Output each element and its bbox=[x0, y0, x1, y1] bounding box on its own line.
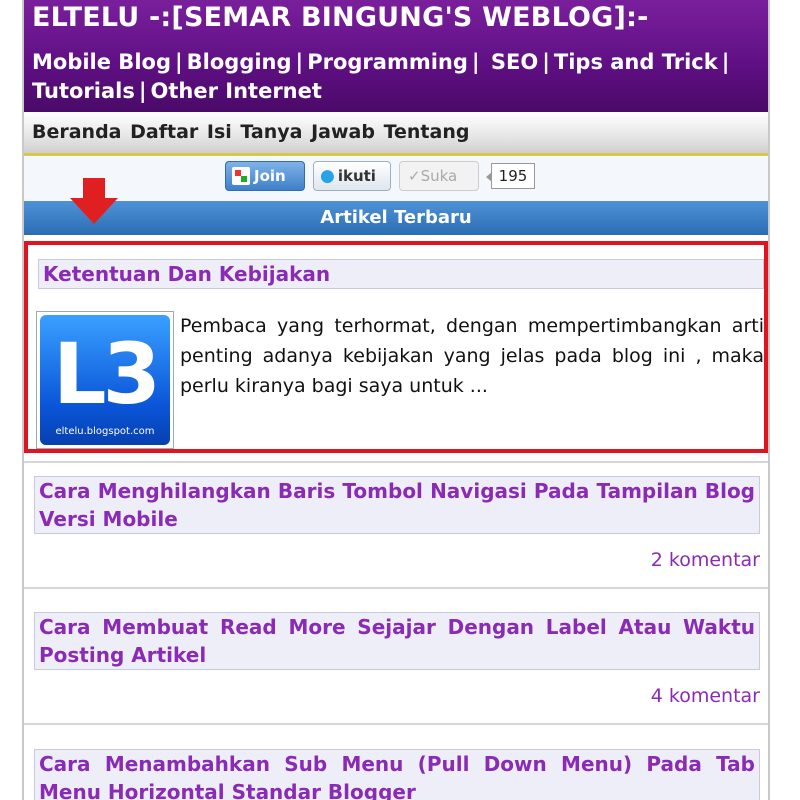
nav-link-programming[interactable]: Programming bbox=[307, 50, 468, 74]
social-buttons-bar: Join ● ikuti ✓ Suka 195 bbox=[24, 157, 768, 201]
nav-separator: | bbox=[721, 50, 730, 74]
header-nav: Mobile Blog | Blogging | Programming | SEO | Ti… bbox=[32, 48, 764, 106]
checkmark-icon: ✓ bbox=[408, 167, 421, 185]
nav-separator: | bbox=[138, 79, 147, 103]
screenshot-frame: ELTELU -:[SEMAR BINGUNG'S WEBLOG]:- Mobi… bbox=[0, 0, 800, 800]
nav-link-other-internet[interactable]: Other Internet bbox=[151, 79, 322, 103]
post-divider bbox=[24, 587, 768, 589]
twitter-follow-button[interactable]: ● ikuti bbox=[313, 161, 391, 191]
like-label: Suka bbox=[420, 167, 458, 185]
page-tabs-bar: Beranda Daftar Isi Tanya Jawab Tentang bbox=[24, 112, 768, 156]
like-count-bubble: 195 bbox=[486, 163, 535, 189]
post-divider bbox=[24, 723, 768, 725]
section-header: Artikel Terbaru bbox=[24, 201, 768, 235]
facebook-like-button[interactable]: ✓ Suka bbox=[399, 161, 479, 191]
nav-link-seo[interactable]: SEO bbox=[491, 50, 538, 74]
twitter-bird-icon: ● bbox=[320, 166, 335, 186]
comments-link[interactable]: 4 komentar bbox=[651, 685, 760, 707]
join-label: Join bbox=[254, 167, 286, 185]
nav-separator: | bbox=[174, 50, 183, 74]
blog-header: ELTELU -:[SEMAR BINGUNG'S WEBLOG]:- Mobi… bbox=[24, 0, 768, 112]
nav-link-tutorials[interactable]: Tutorials bbox=[32, 79, 135, 103]
section-title: Artikel Terbaru bbox=[320, 207, 472, 228]
nav-separator: | bbox=[295, 50, 304, 74]
arrow-head bbox=[70, 198, 118, 224]
post-title-link[interactable]: Cara Membuat Read More Sejajar Dengan La… bbox=[34, 612, 760, 670]
post-thumbnail[interactable]: L3 eltelu.blogspot.com bbox=[36, 311, 174, 449]
nav-separator: | bbox=[471, 50, 480, 74]
nav-link-mobile-blog[interactable]: Mobile Blog bbox=[32, 50, 171, 74]
page-tabs: Beranda Daftar Isi Tanya Jawab Tentang bbox=[32, 121, 469, 143]
site-title[interactable]: ELTELU -:[SEMAR BINGUNG'S WEBLOG]:- bbox=[32, 2, 648, 33]
post-excerpt: Pembaca yang terhormat, dengan mempertim… bbox=[180, 315, 764, 397]
logo-url-text: eltelu.blogspot.com bbox=[55, 426, 155, 437]
google-join-button[interactable]: Join bbox=[225, 161, 305, 191]
post-divider bbox=[24, 461, 768, 463]
comments-link[interactable]: 2 komentar bbox=[651, 549, 760, 571]
follow-label: ikuti bbox=[337, 167, 376, 185]
highlight-box: Ketentuan Dan Kebijakan L3 eltelu.blogsp… bbox=[24, 241, 768, 453]
nav-link-blogging[interactable]: Blogging bbox=[187, 50, 292, 74]
arrow-shaft bbox=[83, 178, 105, 200]
google-connect-icon bbox=[232, 167, 250, 185]
logo-text: L3 bbox=[53, 325, 161, 423]
mobile-blog-page: ELTELU -:[SEMAR BINGUNG'S WEBLOG]:- Mobi… bbox=[22, 0, 770, 800]
post-title-link[interactable]: Cara Menambahkan Sub Menu (Pull Down Men… bbox=[34, 749, 760, 800]
blog-logo-image: L3 eltelu.blogspot.com bbox=[40, 315, 170, 445]
post-title-link[interactable]: Cara Menghilangkan Baris Tombol Navigasi… bbox=[34, 476, 760, 534]
nav-separator: | bbox=[542, 50, 550, 74]
nav-link-tips-and-trick[interactable]: Tips and Trick bbox=[554, 50, 718, 74]
tab-daftar-isi[interactable]: Daftar Isi bbox=[130, 121, 232, 143]
tab-tentang[interactable]: Tentang bbox=[384, 121, 470, 143]
tab-tanya-jawab[interactable]: Tanya Jawab bbox=[240, 121, 375, 143]
tab-beranda[interactable]: Beranda bbox=[32, 121, 122, 143]
post-title-link[interactable]: Ketentuan Dan Kebijakan bbox=[38, 259, 764, 289]
